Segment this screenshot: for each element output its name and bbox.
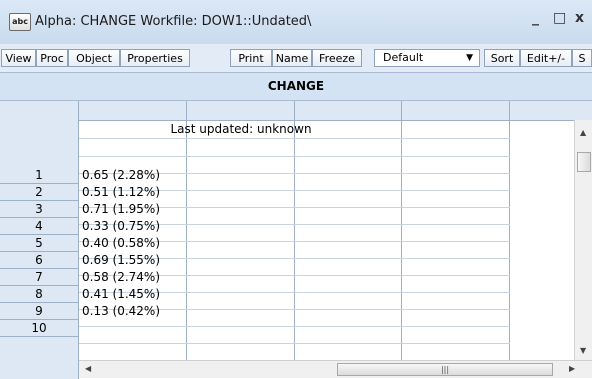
table-cell[interactable]: 0.65 (2.28%) (82, 167, 160, 184)
column-divider (401, 101, 402, 360)
window-titlebar[interactable]: abc Alpha: CHANGE Workfile: DOW1::Undate… (0, 0, 592, 44)
format-dropdown-value: Default (383, 51, 424, 64)
table-cell[interactable]: 0.40 (0.58%) (82, 235, 160, 252)
table-cell[interactable]: 0.58 (2.74%) (82, 269, 160, 286)
print-button[interactable]: Print (230, 49, 272, 67)
format-dropdown[interactable]: Default ▼ (374, 49, 480, 67)
row-number[interactable]: 6 (0, 252, 78, 269)
column-divider (294, 101, 295, 360)
column-divider (186, 101, 187, 360)
sheet-title: CHANGE (0, 73, 592, 101)
row-line (79, 343, 510, 344)
row-number[interactable]: 4 (0, 218, 78, 235)
table-cell[interactable]: 0.69 (1.55%) (82, 252, 160, 269)
row-number[interactable]: 7 (0, 269, 78, 286)
right-arrow-icon[interactable]: ▶ (569, 364, 575, 373)
row-number[interactable]: 8 (0, 286, 78, 303)
table-cell[interactable]: 0.13 (0.42%) (82, 303, 160, 320)
last-updated-label: Last updated: unknown (170, 122, 312, 136)
table-cell[interactable]: 0.51 (1.12%) (82, 184, 160, 201)
table-cell[interactable]: 0.41 (1.45%) (82, 286, 160, 303)
object-button[interactable]: Object (68, 49, 120, 67)
down-arrow-icon[interactable]: ▼ (580, 346, 586, 355)
proc-button[interactable]: Proc (36, 49, 68, 67)
table-cell[interactable]: 0.33 (0.75%) (82, 218, 160, 235)
sort-button[interactable]: Sort (484, 49, 520, 67)
row-number[interactable]: 10 (0, 320, 78, 337)
row-number[interactable]: 3 (0, 201, 78, 218)
spreadsheet-grid[interactable]: Last updated: unknown 1 2 3 4 5 6 7 8 9 … (0, 101, 592, 379)
vertical-scrollbar[interactable]: ▲ ▼ (574, 120, 592, 360)
row-line (79, 156, 510, 157)
minimize-button[interactable]: _ (532, 10, 539, 26)
horizontal-scrollbar[interactable]: ◀ ||| ▶ (79, 360, 592, 378)
row-number[interactable]: 1 (0, 167, 78, 184)
column-divider (509, 101, 510, 360)
vertical-scroll-thumb[interactable] (577, 152, 591, 172)
left-arrow-icon[interactable]: ◀ (85, 364, 91, 373)
column-header-row[interactable] (0, 101, 592, 121)
edit-button[interactable]: Edit+/- (520, 49, 572, 67)
app-icon: abc (9, 13, 31, 31)
row-line (79, 138, 510, 139)
up-arrow-icon[interactable]: ▲ (580, 128, 586, 137)
row-number[interactable]: 5 (0, 235, 78, 252)
view-button[interactable]: View (1, 49, 36, 67)
properties-button[interactable]: Properties (120, 49, 190, 67)
chevron-down-icon: ▼ (466, 53, 473, 63)
close-button[interactable]: x (575, 10, 584, 26)
name-button[interactable]: Name (272, 49, 312, 67)
window-title: Alpha: CHANGE Workfile: DOW1::Undated\ (35, 14, 312, 29)
table-cell[interactable]: 0.71 (1.95%) (82, 201, 160, 218)
smpl-button[interactable]: S (572, 49, 592, 67)
row-number[interactable]: 9 (0, 303, 78, 320)
row-line (79, 326, 510, 327)
maximize-button[interactable]: □ (553, 10, 566, 26)
row-number[interactable]: 2 (0, 184, 78, 201)
freeze-button[interactable]: Freeze (312, 49, 362, 67)
toolbar: View Proc Object Properties Print Name F… (0, 44, 592, 73)
horizontal-scroll-thumb[interactable]: ||| (337, 363, 553, 376)
